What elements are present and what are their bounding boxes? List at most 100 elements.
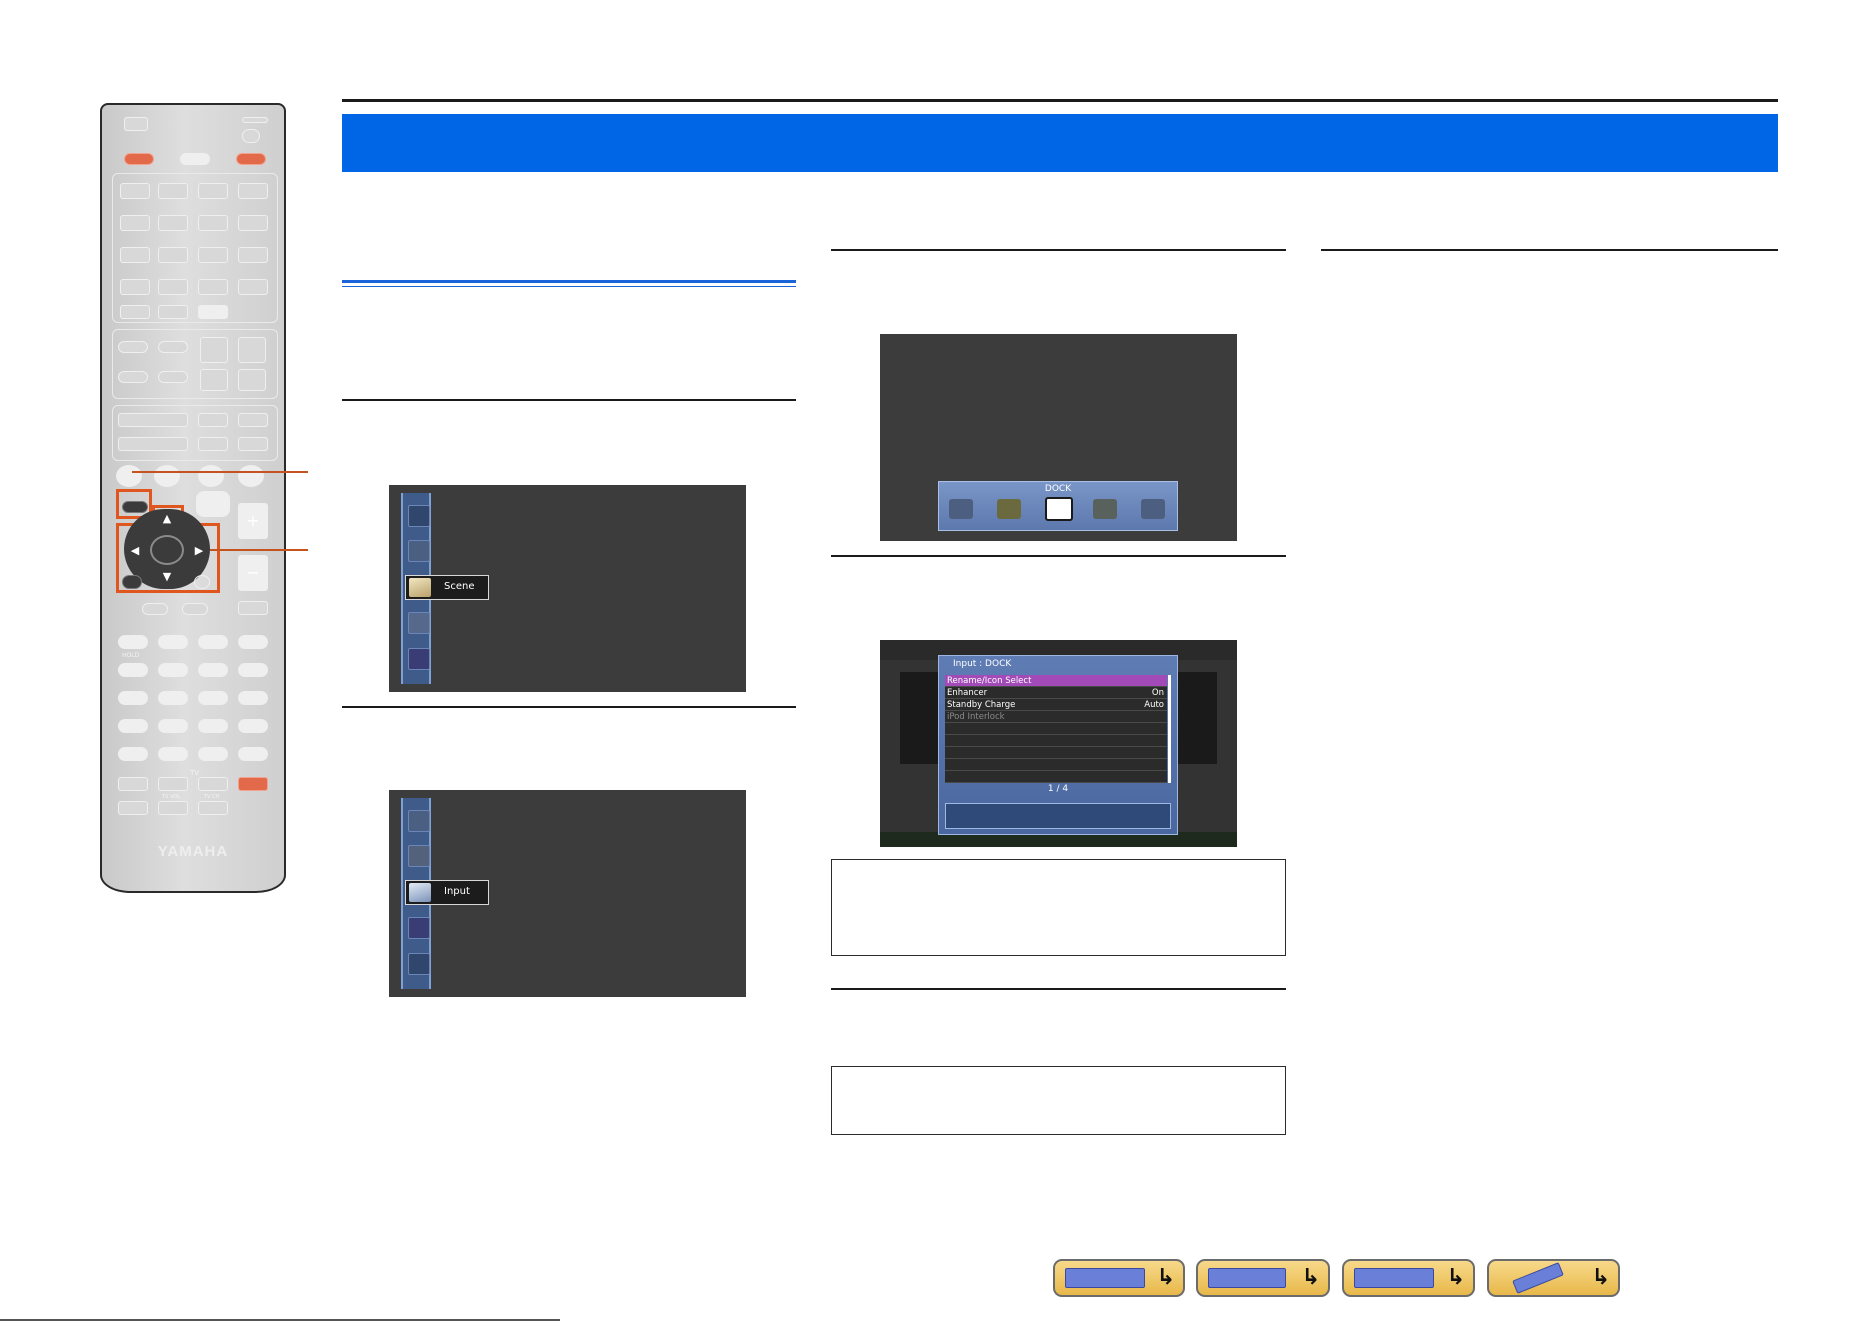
receiver-power-button [124, 153, 154, 165]
tv-input-key [118, 777, 148, 791]
receiver-rear-icon [1208, 1268, 1286, 1288]
source-power-button [180, 153, 210, 165]
step-rule-2 [342, 706, 796, 708]
input-menu-icon [408, 612, 430, 634]
remote-key [198, 247, 228, 263]
input-icon [409, 883, 431, 902]
sound-program-menu-icon [408, 917, 430, 939]
section-heading-rule [342, 280, 796, 283]
remote-key [238, 215, 268, 231]
play-key [238, 635, 268, 649]
remote-brand-logo: YAMAHA [157, 843, 229, 860]
remote-round-key [154, 465, 180, 487]
option-row-value: On [1151, 688, 1164, 698]
input-icon-1 [949, 499, 973, 519]
on-screen-key [122, 501, 148, 513]
remote-key [158, 341, 188, 353]
input-select-bar: DOCK [938, 481, 1178, 531]
option-row-rename: Rename/Icon Select [945, 675, 1167, 687]
input-icon-2 [997, 499, 1021, 519]
chapter-banner [342, 114, 1778, 172]
remote-key [198, 215, 228, 231]
option-row-empty [945, 771, 1167, 783]
remote-key [158, 305, 188, 319]
tv-mute-key [118, 801, 148, 815]
input-menu-selection: Input [405, 880, 489, 905]
tv-ch-label: TV CH [204, 794, 220, 800]
remote-key [198, 305, 228, 319]
pause-key [198, 635, 228, 649]
numeric-key [118, 747, 148, 761]
remote-key [120, 305, 150, 319]
tv-vol-up-key [158, 777, 188, 791]
jump-arrow-icon: ↳ [1591, 1265, 1610, 1290]
step-rule-1 [342, 399, 796, 401]
front-panel-nav-button[interactable]: ↳ [1053, 1259, 1185, 1297]
remote-key [120, 247, 150, 263]
note-box-2 [831, 1066, 1286, 1135]
section-heading-rule-thin [342, 286, 796, 287]
remote-key [118, 413, 188, 427]
option-key [196, 491, 230, 517]
scene-menu-selection: Scene [405, 575, 489, 600]
jump-arrow-icon: ↳ [1301, 1265, 1320, 1290]
scene-menu-icon [408, 845, 430, 867]
front-display-icon [1354, 1268, 1434, 1288]
remote-control-nav-button[interactable]: ↳ [1487, 1259, 1620, 1297]
step-rule-5 [831, 988, 1286, 990]
option-input-bar [945, 803, 1171, 829]
scene-menu-screenshot: Scene [389, 485, 746, 692]
option-row-label: iPod Interlock [947, 712, 1005, 722]
skip-forward-key [238, 663, 268, 677]
remote-key [238, 601, 268, 615]
option-menu-window: Input : DOCK Rename/Icon Select Enhancer… [938, 655, 1178, 835]
remote-top-key [242, 117, 268, 123]
option-row-label: Standby Charge [947, 700, 1016, 710]
step-rule-4 [831, 555, 1286, 557]
option-menu-title: Input : DOCK [953, 659, 1012, 669]
remote-key [198, 413, 228, 427]
remote-round-key [198, 465, 224, 487]
footer-rule [0, 1319, 560, 1321]
scene-icon [409, 578, 431, 597]
input-icon-5 [1141, 499, 1165, 519]
input-menu-screenshot: Input [389, 790, 746, 997]
numeric-key [198, 719, 228, 733]
remote-key [120, 279, 150, 295]
remote-key [238, 437, 268, 451]
remote-key [118, 341, 148, 353]
adjustment-menu-icon [408, 953, 430, 975]
remote-key [158, 247, 188, 263]
remote-key [198, 279, 228, 295]
cursor-up-icon: ▲ [162, 512, 172, 525]
skip-back-key [198, 663, 228, 677]
option-row-empty [945, 735, 1167, 747]
sound-program-menu-icon [408, 648, 430, 670]
callout-line-1 [132, 471, 308, 473]
rear-panel-nav-button[interactable]: ↳ [1196, 1259, 1330, 1297]
front-display-nav-button[interactable]: ↳ [1342, 1259, 1475, 1297]
remote-key [238, 279, 268, 295]
step-rule-3 [831, 249, 1286, 251]
program-down-key [200, 369, 228, 391]
cursor-down-icon: ▼ [162, 570, 172, 583]
jump-arrow-icon: ↳ [1446, 1265, 1465, 1290]
option-row-ipod-interlock: iPod Interlock [945, 711, 1167, 723]
remote-key [142, 603, 168, 615]
option-menu-icon [408, 810, 430, 832]
numeric-key [238, 719, 268, 733]
tv-vol-down-key [158, 801, 188, 815]
remote-control-icon [1512, 1262, 1564, 1294]
remote-key [182, 603, 208, 615]
numeric-key [158, 691, 188, 705]
input-icon-4 [1093, 499, 1117, 519]
rewind-key [118, 663, 148, 677]
cursor-right-icon: ▶ [194, 544, 204, 557]
remote-key [238, 247, 268, 263]
remote-key [238, 183, 268, 199]
remote-top-key [124, 117, 148, 131]
header-top-rule [342, 99, 1778, 102]
numeric-key [158, 719, 188, 733]
numeric-key [118, 691, 148, 705]
receiver-front-icon [1065, 1268, 1145, 1288]
